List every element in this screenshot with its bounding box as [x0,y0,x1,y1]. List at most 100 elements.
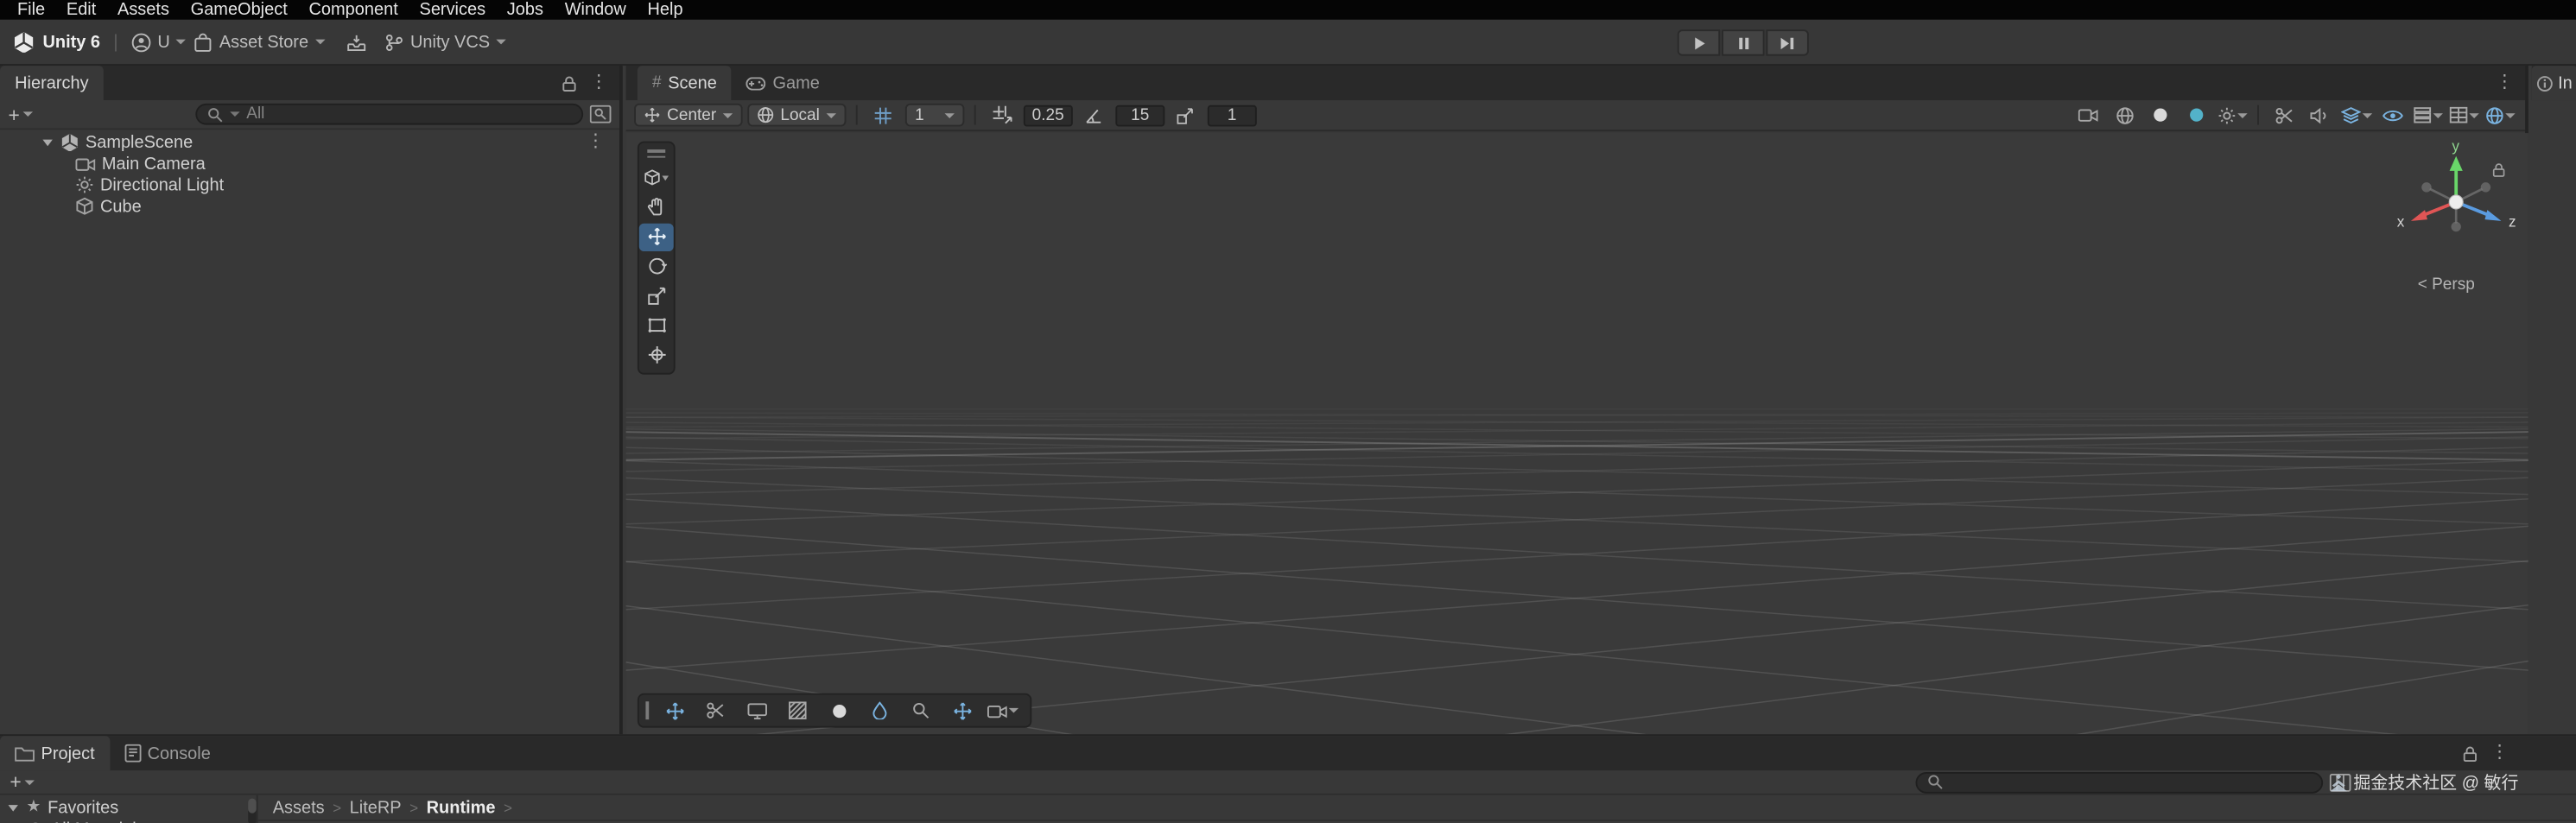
axis-z-label[interactable]: z [2509,214,2516,231]
cut-overlay-button[interactable] [695,697,735,725]
hierarchy-item-cube[interactable]: Cube [0,195,619,217]
asset-store-dropdown[interactable]: Asset Store [194,32,326,52]
scene-viewport[interactable]: y x z < Persp [625,133,2528,735]
chevron-down-icon [662,174,669,180]
pivot-mode-dropdown[interactable]: Center [634,103,743,127]
foldout-open-icon[interactable] [42,138,53,146]
favorites-scrollbar[interactable] [248,798,257,823]
account-dropdown[interactable]: U [131,32,187,52]
project-search-input[interactable] [1915,771,2324,793]
hand-tool[interactable] [639,193,674,221]
rotation-mode-dropdown[interactable]: Local [747,103,847,127]
favorites-foldout[interactable]: ★ Favorites [0,797,246,819]
projection-toggle[interactable]: < Persp [2367,276,2525,294]
tab-game[interactable]: Game [732,66,834,100]
world-space-dropdown[interactable] [2484,103,2517,128]
panel-menu-icon[interactable]: ⋮ [590,73,608,92]
lock-icon[interactable] [2463,745,2478,762]
menu-assets[interactable]: Assets [107,0,181,20]
sphere-overlay-button[interactable] [819,697,859,725]
breadcrumb-runtime[interactable]: Runtime [427,798,496,818]
rect-tool[interactable] [639,311,674,339]
favorites-item-all-materials[interactable]: All Materials [0,818,246,823]
hierarchy-item-main-camera[interactable]: Main Camera [0,153,619,174]
breadcrumb-literp[interactable]: LiteRP [350,798,402,818]
gizmo-lock-icon[interactable] [2492,162,2505,177]
snap-move-field[interactable]: 0.25 [1023,104,1073,126]
snap-scale-field[interactable]: 1 [1207,104,1257,126]
menu-file[interactable]: File [7,0,56,20]
tab-scene[interactable]: # Scene [637,66,732,101]
move-icon [647,227,665,246]
package-tray-button[interactable] [346,32,366,52]
pan-tool-button[interactable] [655,697,695,725]
audio-mute-toggle[interactable] [2303,103,2336,128]
hierarchy-search-input[interactable]: All [195,103,584,125]
skybox-globe-icon [2116,106,2133,123]
scene-panel: # Scene Game ⋮ Center Local 1 0.25 15 1 … [625,66,2528,735]
overlay-drag-handle[interactable] [647,148,666,162]
panel-menu-icon[interactable]: ⋮ [2496,73,2514,92]
create-asset-button[interactable]: + [10,770,35,794]
move-tool[interactable] [638,222,674,251]
tool-context-dropdown[interactable] [639,163,674,191]
move-overlay-button[interactable] [942,697,982,725]
account-icon [131,32,151,52]
camera-view-button[interactable] [2072,103,2104,128]
tab-console[interactable]: Console [110,736,225,770]
droplet-overlay-button[interactable] [860,697,900,725]
display-overlay-button[interactable] [737,697,777,725]
tab-project[interactable]: Project [0,736,110,771]
menu-services[interactable]: Services [409,0,496,20]
search-filter-caret-icon[interactable] [230,111,240,117]
menu-help[interactable]: Help [637,0,694,20]
axis-x-label[interactable]: x [2397,214,2405,231]
cut-tool-button[interactable] [2267,103,2300,128]
zoom-overlay-button[interactable] [901,697,941,725]
chevron-down-icon [314,39,326,45]
rotate-tool[interactable] [639,252,674,280]
hierarchy-item-directional-light[interactable]: Directional Light [0,174,619,196]
grid-snap-toggle[interactable] [986,103,1018,128]
hierarchy-item-scene[interactable]: SampleScene ⋮ [0,131,619,153]
menu-gameobject[interactable]: GameObject [180,0,298,20]
tab-hierarchy[interactable]: Hierarchy [0,66,104,101]
menu-jobs[interactable]: Jobs [496,0,554,20]
effects-dropdown[interactable] [2217,103,2249,128]
snap-rotate-field[interactable]: 15 [1115,104,1165,126]
search-window-icon[interactable] [589,104,612,123]
lighting-toggle[interactable] [2144,103,2177,128]
breadcrumb-assets[interactable]: Assets [273,798,325,818]
fog-toggle[interactable] [2180,103,2213,128]
texture-overlay-button[interactable] [778,697,818,725]
menu-edit[interactable]: Edit [56,0,107,20]
create-object-button[interactable]: + [9,103,34,126]
scale-tool[interactable] [639,282,674,309]
transform-tool[interactable] [639,341,674,369]
lock-icon[interactable] [562,75,576,92]
unity-vcs-dropdown[interactable]: Unity VCS [384,32,507,52]
snap-scale-icon[interactable] [1170,103,1202,128]
table-icon [2449,106,2468,123]
camera-overlay-dropdown[interactable] [983,697,1023,725]
panel-menu-icon[interactable]: ⋮ [2490,744,2509,763]
skybox-toggle[interactable] [2108,103,2141,128]
grid-size-dropdown[interactable]: 1 [904,103,965,127]
grid-settings-dropdown[interactable] [2448,103,2481,128]
snap-rotate-icon[interactable] [1077,103,1110,128]
component-filter-dropdown[interactable] [2412,103,2445,128]
grid-visibility-toggle[interactable] [867,103,900,128]
step-button[interactable] [1766,29,1809,56]
menu-window[interactable]: Window [554,0,637,20]
play-button[interactable] [1677,29,1721,56]
grid-icon [875,106,892,123]
scene-visibility-toggle[interactable] [2376,103,2408,128]
overlay-drag-handle[interactable] [645,701,649,720]
tab-inspector[interactable]: In [2531,66,2576,101]
pause-button[interactable] [1722,29,1765,56]
axis-y-label[interactable]: y [2452,138,2459,155]
menu-component[interactable]: Component [298,0,409,20]
gizmos-dropdown[interactable] [2339,103,2372,128]
orientation-gizmo[interactable]: y x z < Persp [2367,136,2525,294]
scene-options-icon[interactable]: ⋮ [587,132,619,151]
